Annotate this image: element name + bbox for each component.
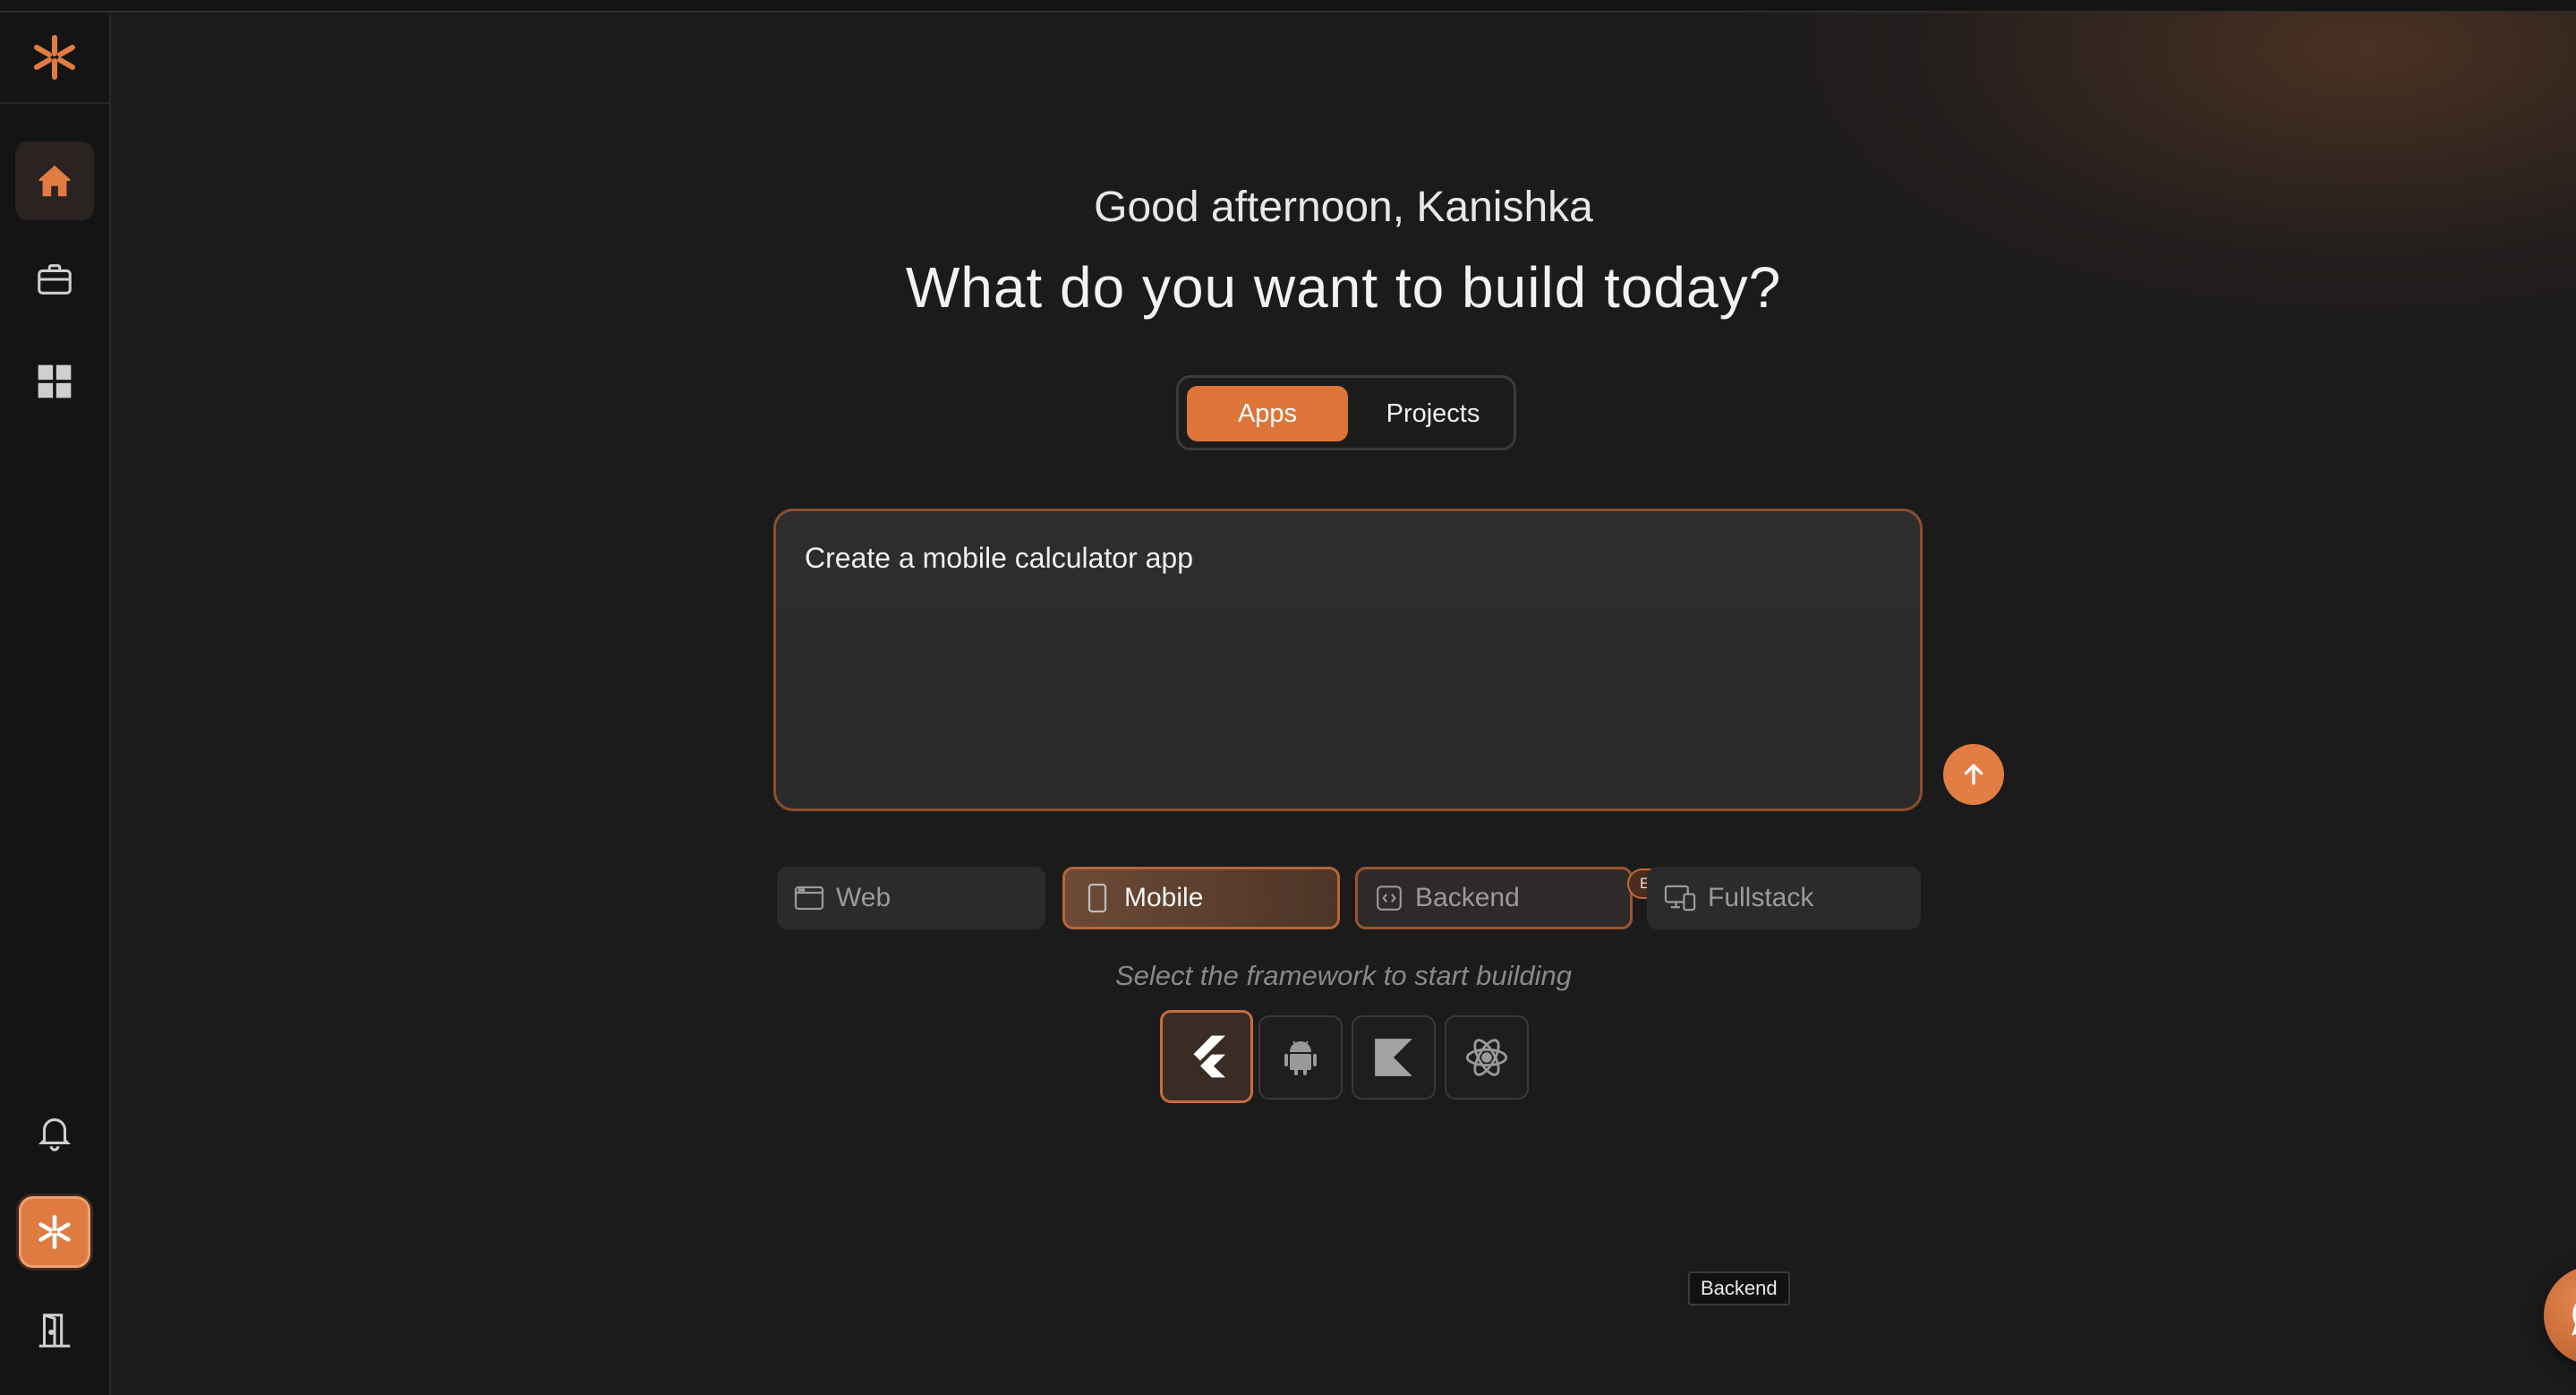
help-chat-button[interactable] <box>2544 1266 2576 1365</box>
toggle-projects[interactable]: Projects <box>1358 386 1508 441</box>
prompt-text[interactable]: Create a mobile calculator app <box>805 542 1193 575</box>
mode-toggle: Apps Projects <box>1176 375 1516 450</box>
kotlin-icon <box>1375 1039 1412 1076</box>
send-button[interactable] <box>1943 744 2004 805</box>
sidebar <box>0 13 111 1395</box>
page-title: What do you want to build today? <box>905 255 1782 320</box>
phone-icon <box>1088 883 1107 913</box>
app-type-web[interactable]: Web <box>777 867 1045 929</box>
app-type-backend[interactable]: Backend <box>1355 867 1633 929</box>
app-logo[interactable] <box>0 13 109 104</box>
window-top-bar <box>0 0 2576 13</box>
sidebar-item-home[interactable] <box>15 141 94 220</box>
sidebar-item-account[interactable] <box>19 1196 90 1268</box>
devices-icon <box>1664 885 1696 911</box>
flutter-icon <box>1193 1035 1225 1078</box>
asterisk-logo-icon <box>38 1214 71 1250</box>
browser-window-icon <box>794 886 824 911</box>
react-native-icon <box>1465 1039 1508 1076</box>
asterisk-logo-icon <box>34 35 75 80</box>
framework-hint: Select the framework to start building <box>1114 960 1573 991</box>
framework-kotlin[interactable] <box>1352 1015 1436 1100</box>
sidebar-item-notifications[interactable] <box>15 1092 94 1171</box>
app-type-label: Backend <box>1415 883 1520 912</box>
app-type-label: Web <box>836 883 891 912</box>
arrow-up-icon <box>1964 764 1983 785</box>
main-content: Good afternoon, Kanishka What do you wan… <box>111 13 2576 1395</box>
framework-android[interactable] <box>1258 1015 1343 1100</box>
door-exit-icon <box>38 1314 71 1348</box>
toggle-apps[interactable]: Apps <box>1187 386 1348 441</box>
app-type-mobile[interactable]: Mobile <box>1062 867 1340 929</box>
bell-icon <box>38 1118 72 1151</box>
greeting: Good afternoon, Kanishka <box>1094 184 1593 231</box>
prompt-input[interactable]: Create a mobile calculator app <box>773 509 2004 811</box>
framework-flutter[interactable] <box>1160 1010 1253 1103</box>
tooltip: Backend <box>1688 1271 1790 1305</box>
code-box-icon <box>1377 886 1402 911</box>
app-type-fullstack[interactable]: Fullstack <box>1647 867 1921 929</box>
home-icon <box>38 165 71 197</box>
android-icon <box>1284 1040 1317 1075</box>
sidebar-item-dashboard[interactable] <box>15 342 94 421</box>
framework-react-native[interactable] <box>1445 1015 1529 1100</box>
grid-icon <box>38 364 72 398</box>
sidebar-item-logout[interactable] <box>15 1291 94 1370</box>
help-chat-icon <box>2572 1303 2576 1336</box>
briefcase-icon <box>38 264 72 295</box>
app-type-label: Fullstack <box>1708 883 1814 912</box>
app-type-label: Mobile <box>1124 883 1204 912</box>
sidebar-item-projects[interactable] <box>15 240 94 319</box>
